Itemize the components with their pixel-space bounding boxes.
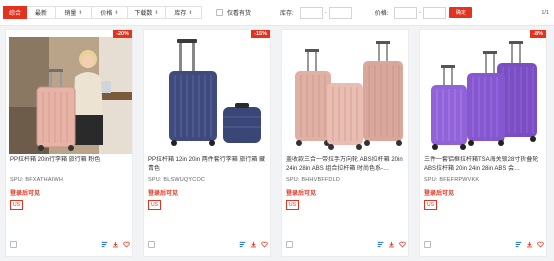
publish-icon[interactable] — [239, 241, 246, 248]
download-icon[interactable] — [388, 241, 395, 248]
region-tag: US — [424, 200, 437, 210]
price-min-input[interactable] — [394, 6, 418, 19]
price-max-input[interactable] — [423, 6, 447, 19]
rose-gold-luggage-image — [285, 37, 408, 154]
heart-icon[interactable] — [123, 241, 130, 248]
heart-icon[interactable] — [537, 241, 544, 248]
price-login-prompt[interactable]: 登录后可见 — [10, 188, 40, 197]
select-checkbox[interactable] — [10, 241, 17, 248]
product-card[interactable]: 盖收款三合一带拉手万向轮 ABS拉杆箱 20in 24in 28in ABS 组… — [281, 29, 409, 257]
tab-newest[interactable]: 最新 — [27, 6, 56, 19]
product-spu: SPU: BFXATHAIWH — [10, 177, 64, 183]
select-checkbox[interactable] — [424, 241, 431, 248]
range-dash: - — [324, 9, 327, 16]
tab-price[interactable]: 价格 ⬍ — [92, 6, 128, 19]
heart-icon[interactable] — [399, 241, 406, 248]
product-card[interactable]: -8% 三件一套铝框拉杆箱TSA海关锁28寸折叠轮 ABS拉杆箱 20in 24… — [419, 29, 547, 257]
download-icon[interactable] — [526, 241, 533, 248]
in-stock-filter[interactable]: 仅看有货 — [216, 8, 251, 17]
select-checkbox[interactable] — [148, 241, 155, 248]
product-card[interactable]: -20% PP拉杆箱 20in行李箱 旅行箱 粉色 SPU: BFXATHAIW… — [5, 29, 133, 257]
card-actions — [101, 241, 130, 248]
discount-badge: -20% — [113, 30, 132, 38]
product-title[interactable]: 三件一套铝框拉杆箱TSA海关锁28寸折叠轮 ABS拉杆箱 20in 24in 2… — [424, 156, 544, 174]
stock-label: 库存: — [280, 11, 294, 17]
region-tag: US — [148, 200, 161, 210]
product-title[interactable]: PP拉杆箱 20in行李箱 旅行箱 粉色 — [10, 156, 130, 174]
stock-max-input[interactable] — [328, 6, 352, 19]
price-login-prompt[interactable]: 登录后可见 — [286, 188, 316, 197]
price-range-filter: 价格: - — [374, 6, 447, 19]
tab-downloads[interactable]: 下载数 ⬍ — [128, 6, 166, 19]
in-stock-label: 仅看有货 — [227, 11, 252, 17]
tab-stock[interactable]: 库存 ⬍ — [166, 6, 202, 19]
range-dash: - — [419, 9, 422, 16]
card-actions — [377, 241, 406, 248]
sort-arrow-icon: ⬍ — [114, 9, 119, 16]
select-checkbox[interactable] — [286, 241, 293, 248]
navy-luggage-image — [147, 37, 270, 154]
region-tag: US — [10, 200, 23, 210]
sort-arrow-icon: ⬍ — [78, 9, 83, 16]
sort-arrow-icon: ⬍ — [188, 9, 193, 16]
product-title[interactable]: 盖收款三合一带拉手万向轮 ABS拉杆箱 20in 24in 28in ABS 组… — [286, 156, 406, 174]
product-spu: SPU: BHHVBFFDLD — [286, 177, 341, 183]
product-spu: SPU: BFEFRPWVKK — [424, 177, 480, 183]
in-stock-checkbox[interactable] — [216, 9, 223, 16]
card-footer — [10, 241, 130, 248]
tab-comprehensive[interactable]: 综合 — [3, 6, 27, 19]
price-login-prompt[interactable]: 登录后可见 — [424, 188, 454, 197]
product-title[interactable]: PP拉杆箱 12in 20in 两件套行李箱 旅行箱 藏青色 — [148, 156, 268, 174]
product-spu: SPU: BLSWUQYCOC — [148, 177, 206, 183]
product-image[interactable] — [147, 37, 270, 154]
card-actions — [515, 241, 544, 248]
card-actions — [239, 241, 268, 248]
card-footer — [148, 241, 268, 248]
sort-arrow-icon: ⬍ — [154, 9, 159, 16]
tab-sales[interactable]: 销量 ⬍ — [56, 6, 92, 19]
sort-tabs: 综合 最新 销量 ⬍ 价格 ⬍ 下载数 ⬍ 库存 ⬍ — [3, 6, 202, 19]
publish-icon[interactable] — [377, 241, 384, 248]
card-footer — [286, 241, 406, 248]
product-image[interactable] — [423, 37, 546, 154]
product-grid: -20% PP拉杆箱 20in行李箱 旅行箱 粉色 SPU: BFXATHAIW… — [5, 29, 547, 257]
page-indicator: 1/1 — [541, 9, 549, 16]
discount-badge: -15% — [251, 30, 270, 38]
purple-luggage-image — [423, 37, 546, 154]
confirm-button[interactable]: 确定 — [449, 7, 473, 18]
stock-range-filter: 库存: - — [280, 6, 352, 19]
discount-badge: -8% — [530, 30, 546, 38]
price-login-prompt[interactable]: 登录后可见 — [148, 188, 178, 197]
product-image[interactable] — [9, 37, 132, 154]
download-icon[interactable] — [112, 241, 119, 248]
pink-luggage-image — [9, 37, 132, 154]
price-label: 价格: — [374, 11, 389, 17]
stock-min-input[interactable] — [299, 6, 323, 19]
publish-icon[interactable] — [101, 241, 108, 248]
download-icon[interactable] — [250, 241, 257, 248]
region-tag: US — [286, 200, 299, 210]
publish-icon[interactable] — [515, 241, 522, 248]
product-card[interactable]: -15% PP拉杆箱 12in 20in 两件套行李箱 旅行箱 藏青色 SPU:… — [143, 29, 271, 257]
sort-filter-toolbar: 综合 最新 销量 ⬍ 价格 ⬍ 下载数 ⬍ 库存 ⬍ 仅看有货 库存: - 价格: - … — [0, 0, 554, 26]
card-footer — [424, 241, 544, 248]
heart-icon[interactable] — [261, 241, 268, 248]
product-image[interactable] — [285, 37, 408, 154]
